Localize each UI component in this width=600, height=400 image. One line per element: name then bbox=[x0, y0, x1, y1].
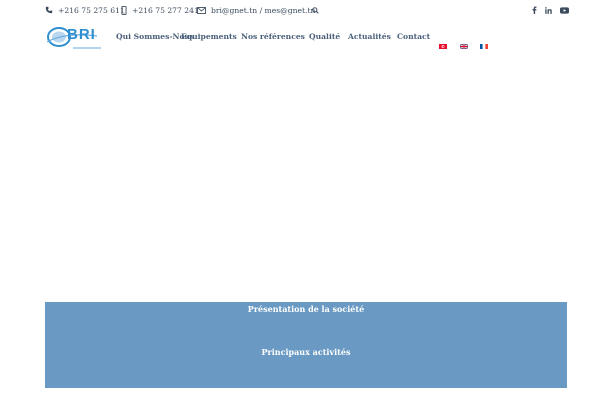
company-logo[interactable]: BRI bbox=[45, 24, 105, 52]
section-title-presentation[interactable]: Présentation de la société bbox=[45, 304, 567, 314]
phone-number-2: +216 75 277 241 bbox=[132, 5, 199, 15]
section-title-activities[interactable]: Principaux activités bbox=[45, 347, 567, 357]
nav-actualites[interactable]: Actualités bbox=[348, 32, 391, 41]
search-icon bbox=[312, 6, 319, 14]
tunisia-flag-icon[interactable] bbox=[439, 34, 447, 49]
envelope-icon bbox=[197, 6, 206, 14]
main-navigation: BRI Qui Sommes-Nous Equipements Nos réfé… bbox=[0, 20, 600, 56]
nav-contact[interactable]: Contact bbox=[397, 32, 430, 41]
phone-contact-1[interactable]: +216 75 275 611 bbox=[45, 4, 125, 16]
top-bar: +216 75 275 611 +216 75 277 241 bri@gnet… bbox=[0, 0, 600, 20]
nav-equipements[interactable]: Equipements bbox=[181, 32, 237, 41]
youtube-icon[interactable] bbox=[558, 4, 570, 16]
search-button[interactable] bbox=[312, 4, 324, 16]
logo-text: BRI bbox=[67, 26, 96, 43]
company-info-panel: Présentation de la société Principaux ac… bbox=[45, 302, 567, 388]
nav-nos-references[interactable]: Nos références bbox=[241, 32, 305, 41]
mobile-icon bbox=[121, 5, 127, 15]
nav-qualite[interactable]: Qualité bbox=[309, 32, 340, 41]
phone-icon bbox=[45, 6, 53, 14]
facebook-icon[interactable] bbox=[528, 4, 540, 16]
uk-flag-icon[interactable] bbox=[459, 34, 469, 50]
email-address: bri@gnet.tn / mes@gnet.tn bbox=[211, 5, 316, 15]
linkedin-icon[interactable] bbox=[542, 4, 554, 16]
phone-contact-2[interactable]: +216 75 277 241 bbox=[121, 4, 199, 16]
france-flag-icon[interactable] bbox=[480, 34, 488, 49]
email-contact[interactable]: bri@gnet.tn / mes@gnet.tn bbox=[197, 4, 315, 16]
phone-number-1: +216 75 275 611 bbox=[58, 5, 125, 15]
